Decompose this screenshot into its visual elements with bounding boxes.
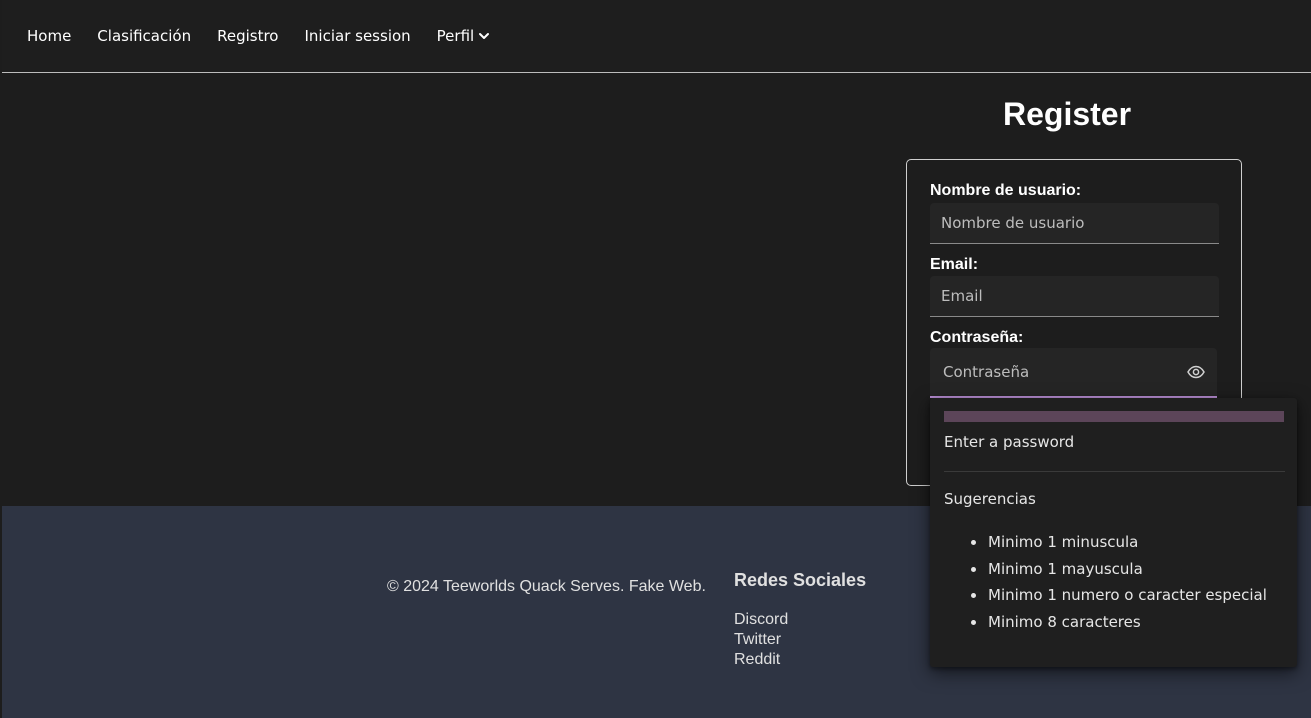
suggestion-text: Minimo 8 caracteres	[988, 612, 1141, 631]
social-link-reddit[interactable]: Reddit	[734, 651, 780, 669]
social-title: Redes Sociales	[734, 570, 867, 590]
suggestion-text: Minimo 1 mayuscula	[988, 559, 1143, 578]
suggestion-item: Minimo 1 numero o caracter especial	[968, 586, 1267, 613]
bullet-icon	[971, 619, 976, 625]
social-link-discord[interactable]: Discord	[734, 611, 788, 629]
email-input[interactable]	[941, 287, 1219, 305]
nav-perfil-dropdown[interactable]: Perfil	[437, 27, 491, 45]
password-label: Contraseña:	[930, 329, 1024, 346]
chevron-down-icon	[479, 33, 490, 39]
username-label: Nombre de usuario:	[930, 182, 1082, 199]
suggestion-item: Minimo 1 mayuscula	[968, 560, 1267, 587]
suggestion-text: Minimo 1 minuscula	[988, 533, 1139, 551]
password-strength-bar	[944, 411, 1284, 422]
password-strength-text: Enter a password	[944, 433, 1075, 451]
eye-icon[interactable]	[1187, 365, 1205, 379]
page-title: Register	[1003, 96, 1132, 132]
username-field[interactable]	[930, 203, 1219, 244]
email-label: Email:	[930, 256, 979, 273]
username-input[interactable]	[941, 214, 1219, 232]
bullet-icon	[971, 566, 976, 572]
suggestions-title: Sugerencias	[944, 490, 1036, 508]
nav-registro[interactable]: Registro	[217, 27, 278, 45]
bullet-icon	[971, 540, 976, 545]
suggestion-text: Minimo 1 numero o caracter especial	[988, 586, 1267, 604]
social-link-twitter[interactable]: Twitter	[734, 631, 781, 649]
suggestion-item: Minimo 8 caracteres	[968, 613, 1267, 640]
password-strength-popover: Enter a password Sugerencias Minimo 1 mi…	[930, 398, 1297, 667]
popover-divider	[944, 471, 1285, 472]
navbar: Home Clasificación Registro Iniciar sess…	[2, 0, 1311, 73]
nav-perfil-label: Perfil	[436, 27, 475, 45]
suggestion-item: Minimo 1 minuscula	[968, 533, 1267, 560]
password-field[interactable]	[930, 348, 1217, 398]
nav-home[interactable]: Home	[27, 27, 71, 45]
password-input[interactable]	[943, 363, 1217, 381]
email-field[interactable]	[930, 276, 1219, 317]
nav-clasificacion[interactable]: Clasificación	[97, 27, 191, 45]
suggestions-list: Minimo 1 minuscula Minimo 1 mayuscula Mi…	[968, 533, 1267, 639]
bullet-icon	[971, 593, 976, 598]
footer-copyright: © 2024 Teeworlds Quack Serves. Fake Web.	[387, 578, 706, 595]
nav-iniciar-session[interactable]: Iniciar session	[305, 27, 411, 45]
